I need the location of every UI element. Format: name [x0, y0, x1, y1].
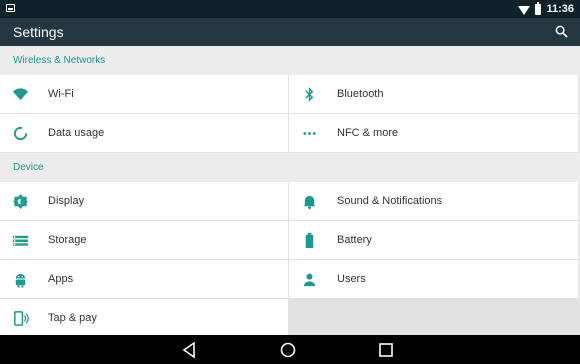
android-icon — [15, 273, 26, 288]
navigation-bar — [0, 335, 580, 364]
tile-apps[interactable]: Apps — [0, 260, 289, 299]
person-icon — [303, 273, 316, 287]
more-dots-icon — [303, 132, 316, 135]
tile-battery[interactable]: Battery — [289, 221, 578, 260]
section-header-device: Device — [0, 153, 580, 182]
tile-label: Sound & Notifications — [337, 195, 443, 207]
tile-label: Bluetooth — [337, 88, 384, 100]
section-title: Device — [13, 162, 44, 173]
section-header-wireless: Wireless & Networks — [0, 46, 580, 75]
bell-icon — [303, 195, 316, 210]
tile-label: Battery — [337, 234, 372, 246]
empty-tile — [289, 299, 580, 335]
notification-icon — [6, 4, 15, 12]
tile-data-usage[interactable]: Data usage — [0, 114, 289, 153]
display-brightness-icon — [12, 193, 29, 210]
wifi-signal-icon — [518, 5, 531, 15]
battery-icon — [305, 232, 314, 249]
app-bar: Settings — [0, 18, 580, 46]
search-icon[interactable] — [555, 25, 568, 38]
status-bar: 11:36 — [0, 0, 580, 18]
tile-label: Storage — [48, 234, 87, 246]
wifi-icon — [12, 88, 29, 101]
back-icon[interactable] — [180, 340, 200, 360]
battery-status-icon — [535, 1, 542, 15]
recents-icon[interactable] — [376, 340, 396, 360]
tile-tap-pay[interactable]: Tap & pay — [0, 299, 289, 335]
bluetooth-icon — [305, 87, 314, 102]
tap-pay-icon — [14, 311, 29, 326]
page-title: Settings — [13, 24, 64, 40]
storage-list-icon — [12, 235, 29, 246]
tile-nfc[interactable]: NFC & more — [289, 114, 578, 153]
tile-label: NFC & more — [337, 127, 399, 139]
tile-label: Display — [48, 195, 85, 207]
tile-label: Data usage — [48, 127, 105, 139]
tile-label: Users — [337, 273, 366, 285]
tile-label: Wi-Fi — [48, 88, 74, 100]
clock: 11:36 — [546, 3, 574, 15]
tile-users[interactable]: Users — [289, 260, 578, 299]
tile-display[interactable]: Display — [0, 182, 289, 221]
data-usage-icon — [13, 126, 28, 141]
home-icon[interactable] — [278, 340, 298, 360]
tile-label: Apps — [48, 273, 74, 285]
tile-sound[interactable]: Sound & Notifications — [289, 182, 578, 221]
tile-label: Tap & pay — [48, 312, 97, 324]
tile-bluetooth[interactable]: Bluetooth — [289, 75, 578, 114]
tile-wifi[interactable]: Wi-Fi — [0, 75, 289, 114]
section-title: Wireless & Networks — [13, 55, 106, 66]
tile-storage[interactable]: Storage — [0, 221, 289, 260]
